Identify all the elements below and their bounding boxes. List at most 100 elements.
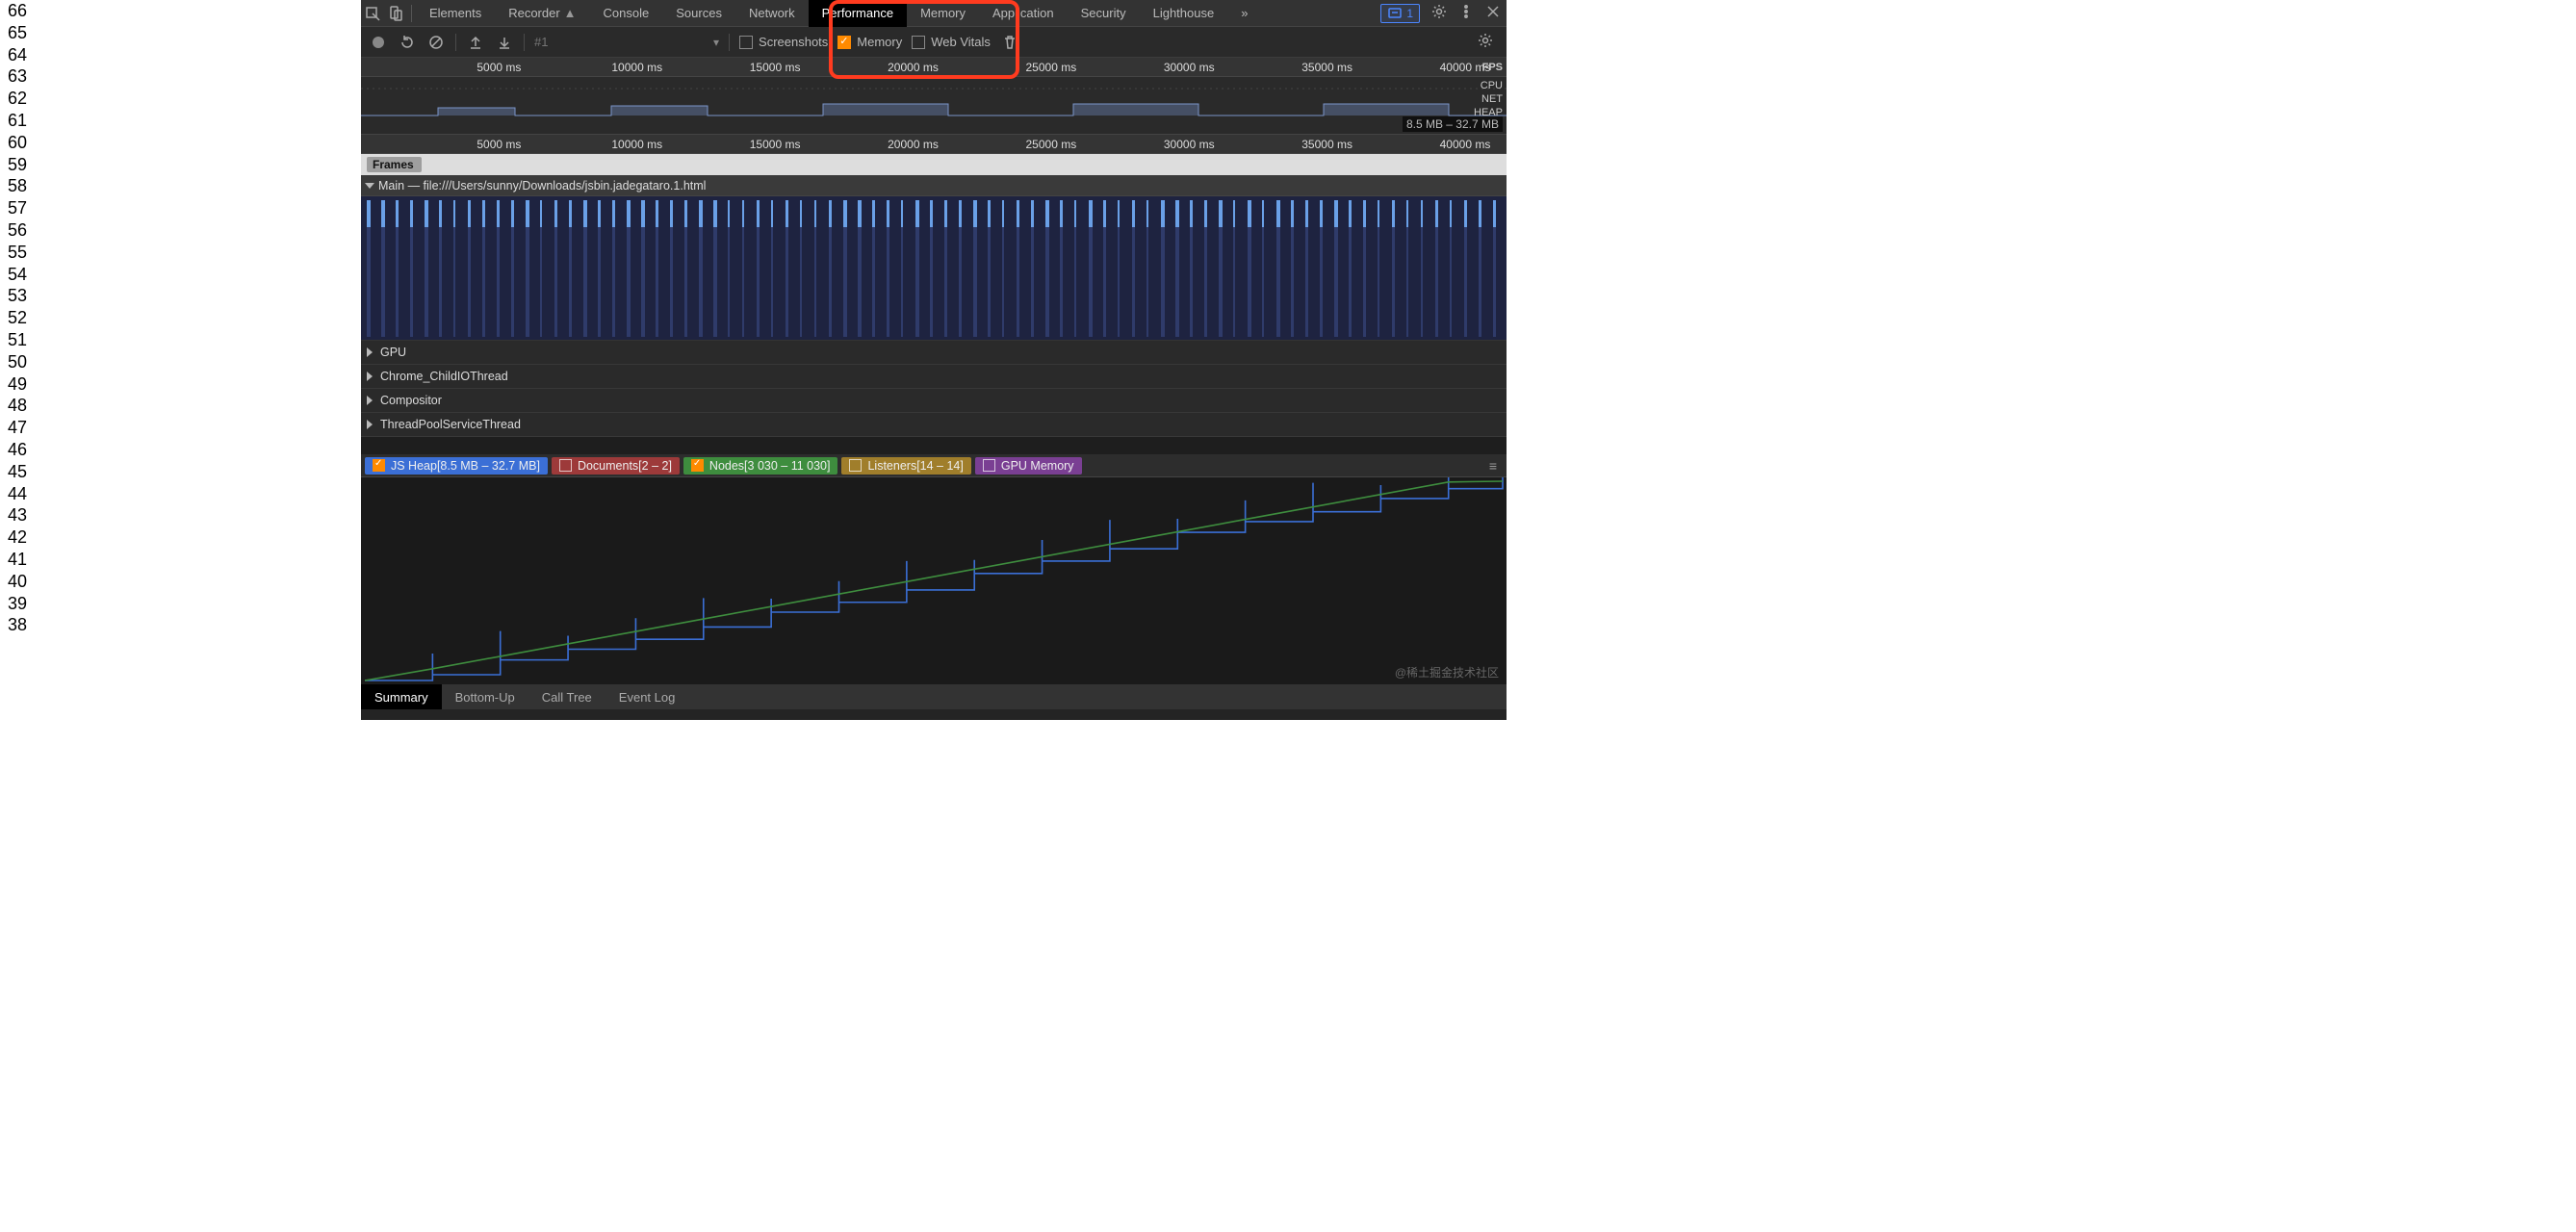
line-number: 51 (6, 329, 355, 351)
line-number: 38 (6, 614, 355, 636)
bottom-tab-bottom-up[interactable]: Bottom-Up (442, 684, 528, 709)
tab-console[interactable]: Console (590, 0, 663, 27)
ruler-tick: 30000 ms (1164, 138, 1215, 151)
legend-menu-icon[interactable]: ≡ (1483, 458, 1503, 474)
line-number: 63 (6, 65, 355, 88)
tab-security[interactable]: Security (1068, 0, 1140, 27)
timeline-overview[interactable]: CPU NET HEAP 8.5 MB – 32.7 MB (361, 77, 1507, 135)
disclosure-triangle-icon[interactable] (367, 347, 373, 357)
tab-elements[interactable]: Elements (416, 0, 495, 27)
timeline-ruler-bottom[interactable]: 5000 ms10000 ms15000 ms20000 ms25000 ms3… (361, 135, 1507, 154)
line-number: 59 (6, 154, 355, 176)
summary-tabs: SummaryBottom-UpCall TreeEvent Log (361, 684, 1507, 709)
screenshots-label: Screenshots (759, 35, 828, 49)
bottom-tab-summary[interactable]: Summary (361, 684, 442, 709)
kebab-menu-icon[interactable] (1453, 4, 1480, 22)
web-vitals-label: Web Vitals (931, 35, 991, 49)
line-number: 62 (6, 88, 355, 110)
memory-chart[interactable]: @稀土掘金技术社区 (361, 477, 1507, 684)
memory-checkbox[interactable]: Memory (837, 35, 902, 49)
track-label: Compositor (380, 394, 442, 407)
memory-legend: JS Heap[8.5 MB – 32.7 MB] Documents[2 – … (361, 454, 1507, 477)
ruler-tick: 30000 ms (1164, 61, 1215, 74)
line-number: 56 (6, 219, 355, 242)
ruler-tick: 40000 ms (1440, 61, 1491, 74)
ruler-tick: 15000 ms (750, 138, 801, 151)
left-number-column: 6665646362616059585756555453525150494847… (0, 0, 361, 720)
settings-gear-icon[interactable] (1426, 4, 1453, 22)
web-vitals-checkbox[interactable]: Web Vitals (912, 35, 991, 49)
disclosure-triangle-icon[interactable] (367, 372, 373, 381)
timeline-ruler-top[interactable]: FPS 5000 ms10000 ms15000 ms20000 ms25000… (361, 58, 1507, 77)
capture-settings-gear-icon[interactable] (1472, 33, 1499, 51)
ruler-tick: 10000 ms (611, 138, 662, 151)
disclosure-triangle-icon[interactable] (367, 396, 373, 405)
tab-sources[interactable]: Sources (662, 0, 735, 27)
line-number: 60 (6, 132, 355, 154)
tab-memory[interactable]: Memory (907, 0, 979, 27)
ruler-tick: 40000 ms (1440, 138, 1491, 151)
frames-label: Frames (367, 157, 422, 172)
line-number: 41 (6, 549, 355, 571)
legend-jsheap[interactable]: JS Heap[8.5 MB – 32.7 MB] (365, 457, 548, 475)
clear-icon[interactable] (426, 33, 446, 52)
track-label: ThreadPoolServiceThread (380, 418, 521, 431)
track-row-compositor[interactable]: Compositor (361, 389, 1507, 413)
legend-gpumemory[interactable]: GPU Memory (975, 457, 1082, 475)
line-number: 45 (6, 461, 355, 483)
line-number: 65 (6, 22, 355, 44)
legend-listeners[interactable]: Listeners[14 – 14] (841, 457, 970, 475)
line-number: 57 (6, 197, 355, 219)
bottom-tab-call-tree[interactable]: Call Tree (528, 684, 605, 709)
legend-nodes[interactable]: Nodes[3 030 – 11 030] (683, 457, 838, 475)
load-profile-icon[interactable] (466, 33, 485, 52)
overview-side-labels: CPU NET HEAP (1474, 79, 1503, 119)
bottom-tab-event-log[interactable]: Event Log (605, 684, 689, 709)
record-button[interactable] (369, 33, 388, 52)
tabs-overflow[interactable]: » (1227, 0, 1261, 27)
performance-toolbar: ▾ Screenshots Memory Web Vitals (361, 27, 1507, 58)
tab-network[interactable]: Network (735, 0, 809, 27)
device-toggle-icon[interactable] (384, 1, 407, 26)
frames-row[interactable]: Frames (361, 154, 1507, 175)
profile-selector-input[interactable] (534, 35, 704, 49)
flame-chart[interactable] (361, 196, 1507, 341)
disclosure-triangle-icon[interactable] (367, 420, 373, 429)
line-number: 54 (6, 264, 355, 286)
spacer (361, 437, 1507, 454)
legend-documents[interactable]: Documents[2 – 2] (552, 457, 680, 475)
screenshots-checkbox[interactable]: Screenshots (739, 35, 828, 49)
close-devtools-icon[interactable] (1480, 4, 1507, 22)
track-row-gpu[interactable]: GPU (361, 341, 1507, 365)
tab-performance[interactable]: Performance (809, 0, 907, 27)
ruler-tick: 5000 ms (477, 138, 521, 151)
dropdown-caret-icon[interactable]: ▾ (713, 36, 719, 49)
main-thread-header[interactable]: Main — file:///Users/sunny/Downloads/jsb… (361, 175, 1507, 196)
line-number: 58 (6, 175, 355, 197)
tab-recorder[interactable]: Recorder ▲ (495, 0, 589, 27)
disclosure-triangle-icon[interactable] (365, 183, 374, 189)
devtools-tabstrip: ElementsRecorder ▲ConsoleSourcesNetworkP… (361, 0, 1507, 27)
track-row-threadpoolservicethread[interactable]: ThreadPoolServiceThread (361, 413, 1507, 437)
track-label: GPU (380, 346, 406, 359)
ruler-tick: 35000 ms (1301, 138, 1352, 151)
ruler-tick: 25000 ms (1026, 138, 1077, 151)
track-row-chrome_childiothread[interactable]: Chrome_ChildIOThread (361, 365, 1507, 389)
watermark-text: @稀土掘金技术社区 (1395, 664, 1499, 680)
line-number: 53 (6, 285, 355, 307)
reload-record-icon[interactable] (398, 33, 417, 52)
issues-badge[interactable]: 1 (1380, 4, 1420, 23)
ruler-tick: 10000 ms (611, 61, 662, 74)
tab-lighthouse[interactable]: Lighthouse (1140, 0, 1228, 27)
main-thread-title: Main — file:///Users/sunny/Downloads/jsb… (378, 179, 706, 192)
trash-icon[interactable] (1000, 33, 1019, 52)
line-number: 43 (6, 504, 355, 526)
line-number: 40 (6, 571, 355, 593)
heap-range-label: 8.5 MB – 32.7 MB (1403, 116, 1503, 132)
tab-application[interactable]: Application (979, 0, 1068, 27)
line-number: 47 (6, 417, 355, 439)
devtools-panel: ElementsRecorder ▲ConsoleSourcesNetworkP… (361, 0, 1507, 720)
inspect-icon[interactable] (361, 1, 384, 26)
line-number: 44 (6, 483, 355, 505)
save-profile-icon[interactable] (495, 33, 514, 52)
